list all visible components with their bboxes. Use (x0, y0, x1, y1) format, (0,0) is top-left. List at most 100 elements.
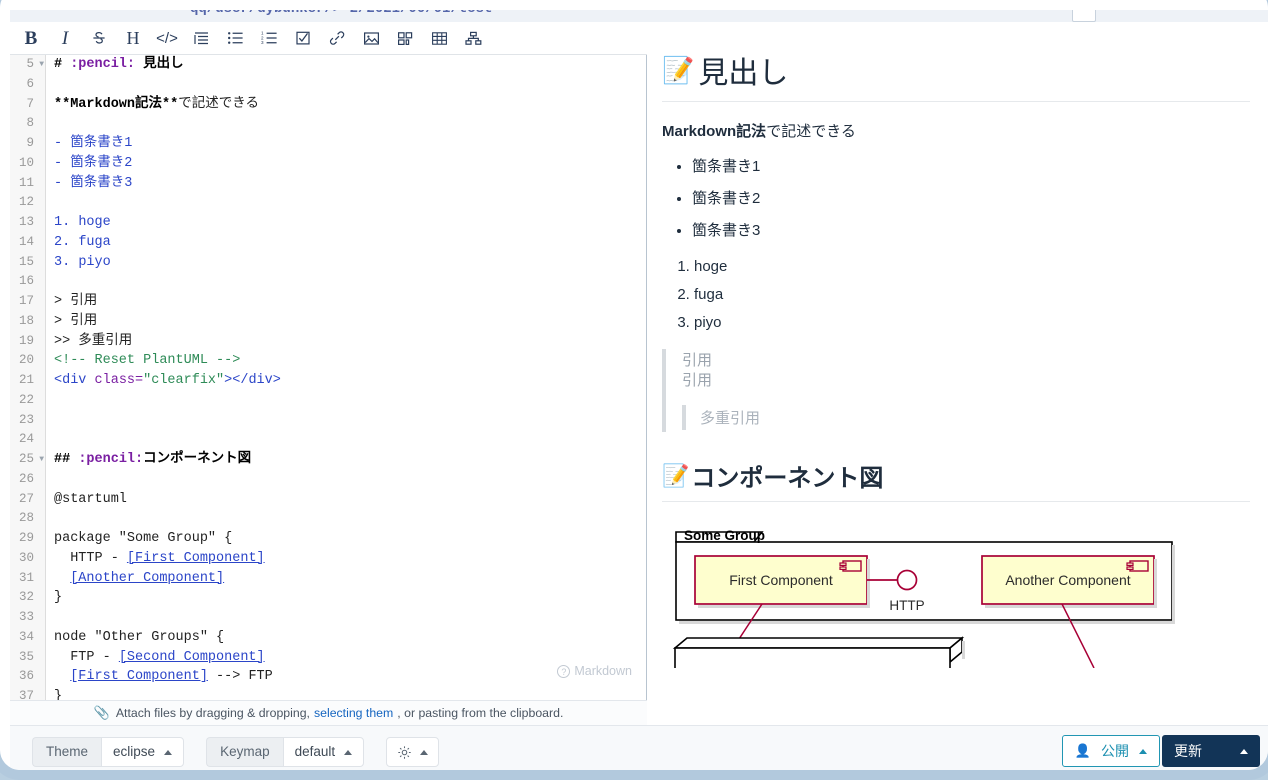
code-token[interactable]: [Another Component] (70, 571, 224, 586)
code-token: class= (94, 373, 144, 388)
code-token: > 引用 (54, 294, 98, 309)
uml-component-left-label: First Component (729, 572, 833, 588)
bold-icon[interactable]: B (14, 23, 48, 54)
attach-files-bar: 📎 Attach files by dragging & dropping, s… (10, 700, 647, 725)
ordered-list-icon[interactable]: 1 2 3 (252, 23, 286, 54)
layout-icon[interactable] (388, 23, 422, 54)
code-token: piyo (78, 254, 111, 270)
code-token: 見出し (135, 57, 184, 72)
line-number: 32 (18, 590, 34, 605)
line-number: 11 (18, 175, 34, 190)
code-token: 1. (54, 215, 79, 230)
preview-paragraph: Markdown記法で記述できる (662, 120, 1250, 141)
publish-label: 公開 (1101, 743, 1129, 759)
code-token: :pencil: (78, 452, 144, 467)
code-token: ></div> (224, 373, 281, 388)
code-token: **Markdown記法** (54, 96, 179, 112)
line-number: 23 (18, 412, 34, 427)
code-token[interactable]: [First Component] (127, 551, 265, 566)
code-token: hoge (78, 215, 111, 230)
code-line: 3. piyo (54, 253, 646, 273)
preview-paragraph-bold: Markdown記法 (662, 123, 767, 140)
strikethrough-icon[interactable] (82, 23, 116, 54)
code-token: 箇条書き3 (70, 175, 133, 191)
settings-dropdown-button[interactable] (386, 737, 440, 767)
chevron-up-icon (1240, 748, 1248, 754)
code-line: HTTP - [First Component] (54, 549, 646, 569)
keymap-dropdown[interactable]: default (282, 737, 365, 767)
preview-nested-blockquote: 多重引用 (682, 405, 1250, 430)
italic-icon[interactable]: I (48, 23, 82, 54)
code-token: package "Some Group" { (54, 531, 233, 546)
code-line: 1. hoge (54, 213, 646, 233)
table-icon[interactable] (422, 23, 456, 54)
line-number: 20 (18, 353, 34, 368)
keymap-label: Keymap (206, 737, 283, 767)
image-icon[interactable] (354, 23, 388, 54)
line-number: 31 (18, 570, 34, 585)
fold-toggle-icon[interactable]: ▼ (39, 55, 44, 75)
theme-selector[interactable]: Theme eclipse (32, 737, 185, 767)
select-files-link[interactable]: selecting them (314, 706, 393, 720)
code-token: } (54, 689, 63, 700)
editor-line-number-gutter: 5 ▼ 6 7 8 9 10 11 12 13 14 15 16 17 18 19 20 21 22 23 24 25 ▼ 2… (10, 55, 46, 700)
list-item: piyo (694, 314, 1250, 331)
update-label: 更新 (1174, 743, 1202, 759)
line-number: 19 (18, 333, 34, 348)
diagram-icon[interactable] (456, 23, 490, 54)
keymap-selector[interactable]: Keymap default (206, 737, 365, 767)
quote-icon[interactable] (184, 23, 218, 54)
code-token: で記述できる (178, 96, 259, 112)
code-token[interactable]: [Second Component] (119, 650, 265, 665)
code-token[interactable]: [First Component] (70, 669, 208, 684)
update-button[interactable]: 更新 (1162, 735, 1260, 767)
line-number: 10 (18, 155, 34, 170)
pencil-emoji-icon: 📝 (662, 55, 695, 85)
code-icon[interactable]: </> (150, 23, 184, 54)
chevron-up-icon (420, 749, 429, 755)
unordered-list-icon[interactable] (218, 23, 252, 54)
list-item: fuga (694, 286, 1250, 303)
code-line: > 引用 (54, 292, 646, 312)
publish-button[interactable]: 👤 公開 (1061, 735, 1160, 767)
attach-text-after: , or pasting from the clipboard. (397, 706, 564, 720)
line-number: 24 (18, 432, 34, 447)
line-number: 17 (18, 294, 34, 308)
attach-text-before: Attach files by dragging & dropping, (115, 706, 310, 720)
task-list-icon[interactable] (286, 23, 320, 54)
top-strip-button[interactable] (1072, 10, 1096, 22)
code-token: - (54, 175, 71, 191)
heading-icon[interactable]: H (116, 23, 150, 54)
link-icon[interactable] (320, 23, 354, 54)
editor-code-area[interactable]: # :pencil: 見出し **Markdown記法**で記述できる - 箇条… (47, 55, 646, 700)
question-circle-icon: ? (557, 664, 571, 678)
line-number: 29 (18, 531, 34, 545)
breadcrumb-path-text: qq/user/dybunker/> 2/2021/00/01/tost (190, 10, 492, 17)
line-number: 6 (26, 76, 34, 91)
preview-heading-2-text: コンポーネント図 (691, 465, 884, 492)
line-number: 13 (18, 215, 34, 229)
code-line: @startuml (54, 490, 646, 510)
code-token: <!-- Reset PlantUML --> (54, 353, 241, 369)
code-token: FTP - (54, 649, 119, 665)
code-line: } (54, 687, 646, 700)
code-token: 3. (54, 254, 79, 270)
markdown-help-hint[interactable]: ? Markdown (557, 664, 632, 678)
fold-toggle-icon[interactable]: ▼ (39, 450, 44, 470)
code-line: - 箇条書き2 (54, 154, 646, 174)
code-token: } (54, 590, 63, 606)
markdown-editor-pane[interactable]: 5 ▼ 6 7 8 9 10 11 12 13 14 15 16 17 18 19 20 21 22 23 24 25 ▼ 2… (10, 55, 647, 700)
code-token: <div (54, 373, 95, 388)
blockquote-line-1: 引用 (682, 352, 713, 369)
line-number: 15 (18, 254, 34, 269)
markdown-preview-pane[interactable]: 📝 見出し Markdown記法で記述できる 箇条書き1 箇条書き2 箇条書き3… (648, 22, 1268, 725)
theme-label: Theme (32, 737, 102, 767)
code-line: } (54, 588, 646, 608)
theme-dropdown[interactable]: eclipse (101, 737, 185, 767)
